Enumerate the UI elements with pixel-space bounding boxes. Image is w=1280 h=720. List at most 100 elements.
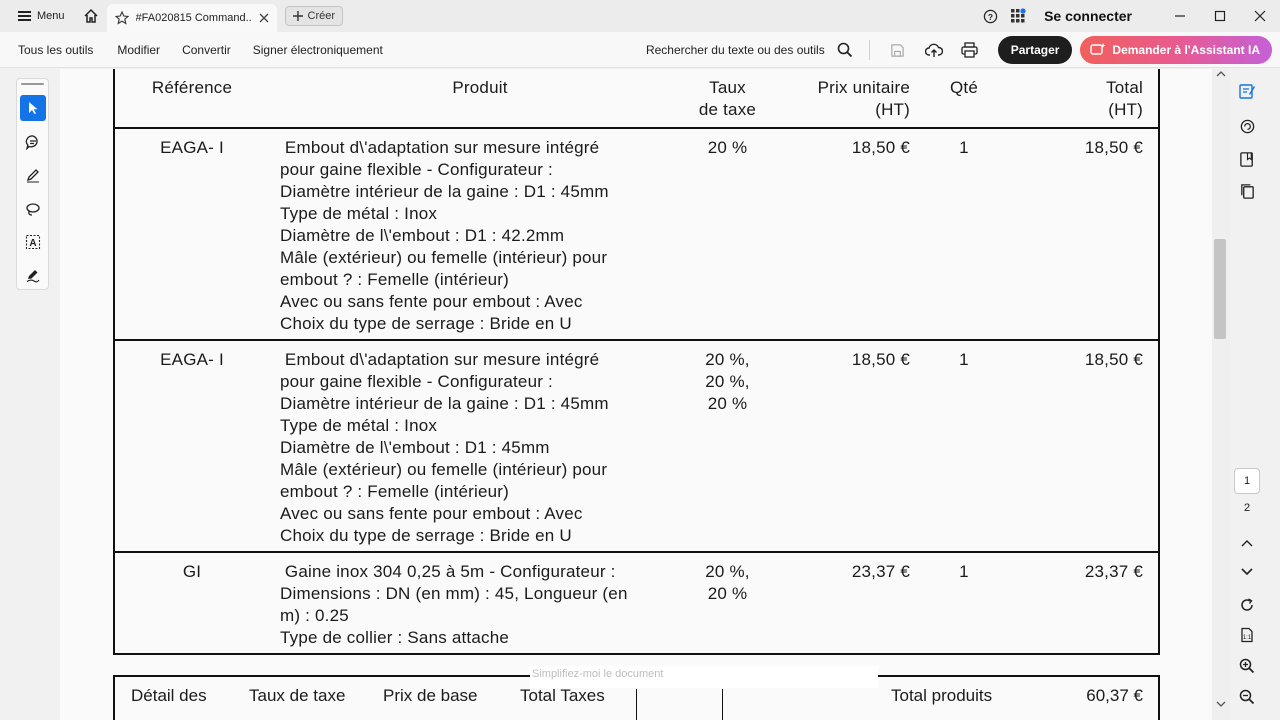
row-product-description: Embout d\'adaptation sur mesure intégré … [280,137,685,335]
header-unit-price-line1: Prix unitaire [817,78,910,97]
comment-tool[interactable] [20,129,46,155]
page-number-next[interactable]: 2 [1234,502,1260,514]
page-down-button[interactable] [1235,560,1259,584]
row-quantity: 1 [959,562,969,581]
panel-grip[interactable] [21,83,44,85]
tool-convert[interactable]: Convertir [182,43,231,57]
create-button[interactable]: Créer [284,6,344,26]
edit-document-icon [1239,84,1255,99]
product-line: Mâle (extérieur) ou femelle (intérieur) … [280,460,608,479]
product-line: m) : 0.25 [280,606,349,625]
maximize-button[interactable] [1200,0,1240,32]
cloud-upload-icon [924,43,943,57]
comments-panel-button[interactable] [1235,114,1259,138]
header-quantity: Qté [949,78,978,97]
bookmark-icon [1239,151,1253,167]
text-box-tool[interactable]: A [20,229,46,255]
document-page: Référence Produit Taux de taxe Prix unit… [60,69,1212,720]
table-row: EAGA- I Embout d\'adaptation sur mesure … [113,129,1160,339]
search-tools-label[interactable]: Rechercher du texte ou des outils [646,43,825,57]
zoom-in-icon [1239,658,1255,674]
login-link[interactable]: Se connecter [1044,8,1132,24]
plus-icon [292,11,303,21]
tool-sign[interactable]: Signer électroniquement [253,43,383,57]
table-row: EAGA- I Embout d\'adaptation sur mesure … [113,341,1160,551]
right-rail: 1:1 [1230,69,1280,720]
tax-rate-line: 20 %, [705,350,750,369]
row-quantity: 1 [959,138,969,157]
refresh-button[interactable] [1235,593,1259,617]
search-button[interactable] [833,38,857,62]
summary-detail-header: Détail des [131,686,207,705]
simplify-document-tooltip[interactable]: Simplifiez-moi le document [530,666,878,688]
draw-tool[interactable] [20,162,46,188]
close-tab-icon[interactable] [259,13,269,23]
product-line: Embout d\'adaptation sur mesure intégré [280,138,600,157]
total-products-value: 60,37 € [1086,686,1143,705]
home-button[interactable] [75,0,107,32]
pen-icon [26,169,39,183]
page-fit-button[interactable]: 1:1 [1235,623,1259,647]
row-unit-price: 23,37 € [851,562,910,581]
signature-pen-icon [26,270,40,283]
row-quantity: 1 [959,350,969,369]
zoom-in-button[interactable] [1235,654,1259,678]
header-reference: Référence [151,78,233,97]
total-products-label: Total produits [891,686,993,705]
toolbar-divider [868,40,870,60]
save-button[interactable] [886,38,910,62]
scrollbar-thumb[interactable] [1214,239,1226,339]
edit-panel-button[interactable] [1235,79,1259,103]
pages-panel-button[interactable] [1235,179,1259,203]
print-icon [961,42,978,58]
hamburger-icon [18,11,31,21]
vertical-scrollbar[interactable] [1212,69,1230,720]
minimize-button[interactable] [1160,0,1200,32]
row-tax-rate: 20 %, 20 %, 20 % [675,349,780,415]
page-up-button[interactable] [1235,531,1259,555]
main-toolbar: Tous les outils Modifier Convertir Signe… [0,32,1280,68]
apps-button[interactable] [1004,0,1032,32]
header-total-line2: (HT) [1108,100,1143,119]
title-bar: Menu #FA020815 Command... Créer ? Se con… [0,0,1280,32]
close-icon [1254,10,1266,22]
upload-button[interactable] [922,38,946,62]
zoom-out-button[interactable] [1235,685,1259,709]
zoom-out-icon [1239,689,1255,705]
tool-all-tools[interactable]: Tous les outils [18,43,93,57]
tool-edit[interactable]: Modifier [117,43,160,57]
share-button[interactable]: Partager [997,36,1073,64]
ai-assistant-icon [1090,43,1106,55]
product-line: Diamètre de l\'embout : D1 : 42.2mm [280,226,565,245]
page-fit-icon: 1:1 [1241,627,1253,643]
print-button[interactable] [958,38,982,62]
help-button[interactable]: ? [976,0,1004,32]
comment-bubble-icon [1240,119,1254,133]
menu-button[interactable]: Menu [0,0,75,32]
apps-grid-icon [1011,8,1026,23]
document-tab[interactable]: #FA020815 Command... [106,4,277,32]
copy-pages-icon [1240,183,1254,199]
ai-assistant-button[interactable]: Demander à l'Assistant IA [1080,36,1272,64]
select-tool[interactable] [20,95,46,121]
product-line: Embout d\'adaptation sur mesure intégré [280,350,600,369]
product-line: embout ? : Femelle (intérieur) [280,482,509,501]
summary-divider [636,689,637,720]
lasso-icon [26,203,40,216]
bookmarks-panel-button[interactable] [1235,147,1259,171]
product-line: Type de collier : Sans attache [280,628,510,647]
row-unit-price: 18,50 € [851,138,910,157]
minimize-icon [1175,15,1185,17]
product-line: Choix du type de serrage : Bride en U [280,314,572,333]
row-product-description: Embout d\'adaptation sur mesure intégré … [280,349,685,547]
freehand-tool[interactable] [20,196,46,222]
page-number-current[interactable]: 1 [1234,468,1260,494]
summary-base-price-header: Prix de base [383,686,478,705]
sign-tool[interactable] [20,262,46,288]
menu-label: Menu [37,10,65,22]
close-window-button[interactable] [1240,0,1280,32]
product-line: Mâle (extérieur) ou femelle (intérieur) … [280,248,608,267]
cursor-icon [29,102,38,114]
product-line: Avec ou sans fente pour embout : Avec [280,504,583,523]
chevron-up-icon [1241,540,1253,547]
